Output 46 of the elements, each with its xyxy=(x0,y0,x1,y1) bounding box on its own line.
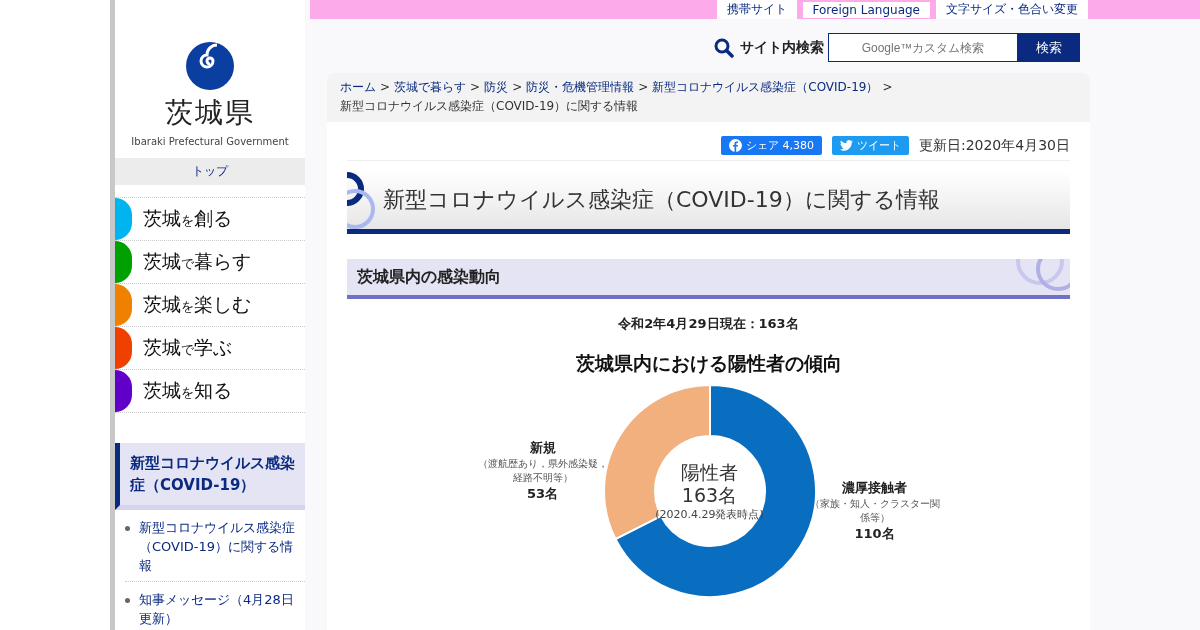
slice-value: 110名 xyxy=(853,525,896,543)
facebook-share-button[interactable]: シェア 4,380 xyxy=(720,136,822,155)
logo-subtitle: Ibaraki Prefectural Government xyxy=(131,136,289,147)
bird-icon xyxy=(839,140,853,151)
center-total: 163名 xyxy=(681,483,738,507)
slice-value: 53名 xyxy=(525,485,560,503)
breadcrumb-current: 新型コロナウイルス感染症（COVID-19）に関する情報 xyxy=(340,98,639,115)
search-button[interactable]: 検索 xyxy=(1018,33,1080,62)
breadcrumb-link[interactable]: 防災・危機管理情報 xyxy=(526,78,635,97)
utility-link[interactable]: 携帯サイト xyxy=(716,0,797,19)
utility-link[interactable]: Foreign Language xyxy=(802,1,930,18)
breadcrumb-link[interactable]: 茨城で暮らす xyxy=(394,78,467,97)
breadcrumb-separator: > xyxy=(512,79,523,96)
center-label: 陽性者 xyxy=(681,460,738,484)
facebook-icon xyxy=(728,139,742,152)
slice-note: （渡航歴あり，県外感染疑，経路不明等） xyxy=(477,457,608,485)
slice-note: （家族・知人・クラスター関係等） xyxy=(809,497,940,525)
nav-item[interactable]: 茨城を楽しむ xyxy=(115,284,305,327)
breadcrumb-separator: > xyxy=(882,79,893,96)
section-heading: 茨城県内の感染動向 xyxy=(347,259,1070,299)
chart-title: 茨城県内における陽性者の傾向 xyxy=(574,351,843,376)
circles-icon xyxy=(347,171,377,229)
search-field[interactable]: Google™カスタム検索 xyxy=(828,33,1018,62)
nav-item[interactable]: 茨城で暮らす xyxy=(115,241,305,284)
breadcrumb-link[interactable]: 防災 xyxy=(484,78,509,97)
breadcrumb-link[interactable]: ホーム xyxy=(340,78,376,97)
search-label: サイト内検索 xyxy=(740,38,824,57)
utility-link[interactable]: 文字サイズ・色合い変更 xyxy=(936,0,1088,19)
slice-label: 濃厚接触者 xyxy=(841,479,908,497)
sidebar-link[interactable]: 知事メッセージ（4月28日更新） xyxy=(139,590,305,628)
status-text: 令和2年4月29日現在：163名 xyxy=(617,315,800,333)
nav-item[interactable]: 茨城を創る xyxy=(115,198,305,241)
breadcrumb-separator: > xyxy=(380,79,391,96)
breadcrumb-separator: > xyxy=(470,79,481,96)
slice-label: 新規 xyxy=(528,439,557,457)
nav-item[interactable]: 茨城で学ぶ xyxy=(115,327,305,370)
site-logo-text[interactable]: 茨城県 xyxy=(165,94,255,132)
breadcrumb-separator: > xyxy=(638,79,649,96)
updated-date: 更新日:2020年4月30日 xyxy=(918,136,1070,155)
nav-item[interactable]: 茨城を知る xyxy=(115,370,305,413)
breadcrumb-link[interactable]: 新型コロナウイルス感染症（COVID-19） xyxy=(652,78,879,97)
sidebar-link[interactable]: 新型コロナウイルス感染症（COVID-19）に関する情報 xyxy=(139,518,305,575)
sidebar-section-title: 新型コロナウイルス感染症（COVID-19） xyxy=(115,443,305,510)
page-title: 新型コロナウイルス感染症（COVID-19）に関する情報 xyxy=(347,171,1070,234)
search-icon xyxy=(714,37,734,58)
top-link[interactable]: トップ xyxy=(115,158,305,185)
